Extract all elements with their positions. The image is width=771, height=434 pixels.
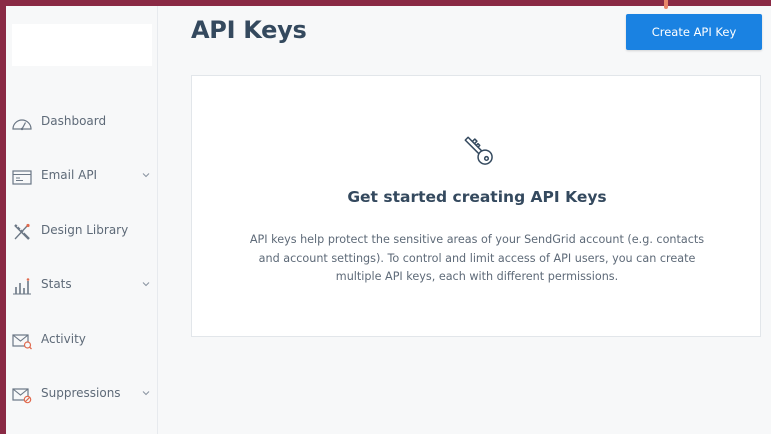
- sidebar-item-label: Suppressions: [41, 386, 121, 400]
- page-title: API Keys: [191, 16, 307, 44]
- annotation-arrow: [664, 0, 668, 9]
- sidebar-item-label: Activity: [41, 332, 86, 346]
- chevron-down-icon[interactable]: [142, 281, 150, 287]
- chevron-down-icon[interactable]: [142, 172, 150, 178]
- sidebar-item-label: Design Library: [41, 223, 129, 237]
- create-api-key-button[interactable]: Create API Key: [626, 14, 762, 50]
- envelope-search-icon: [11, 331, 33, 351]
- logo-placeholder: [12, 24, 152, 66]
- sidebar: Dashboard Email API Design Library Stats: [6, 6, 158, 434]
- envelope-block-icon: [11, 385, 33, 405]
- sidebar-item-dashboard[interactable]: Dashboard: [6, 105, 157, 141]
- chevron-down-icon[interactable]: [142, 390, 150, 396]
- app-window: Dashboard Email API Design Library Stats: [6, 6, 771, 434]
- sidebar-item-suppressions[interactable]: Suppressions: [6, 377, 157, 413]
- sidebar-item-activity[interactable]: Activity: [6, 323, 157, 359]
- sidebar-item-label: Stats: [41, 277, 72, 291]
- sidebar-item-design-library[interactable]: Design Library: [6, 214, 157, 250]
- empty-state-heading: Get started creating API Keys: [347, 188, 607, 206]
- gauge-icon: [11, 113, 33, 133]
- sidebar-item-stats[interactable]: Stats: [6, 268, 157, 304]
- empty-state-description: API keys help protect the sensitive area…: [249, 233, 705, 283]
- sidebar-item-label: Email API: [41, 168, 98, 182]
- key-icon: [457, 129, 499, 171]
- terminal-window-icon: [11, 167, 33, 187]
- sidebar-item-label: Dashboard: [41, 114, 107, 128]
- sidebar-item-email-api[interactable]: Email API: [6, 159, 157, 195]
- empty-state-card: Get started creating API Keys API keys h…: [191, 75, 761, 337]
- bar-chart-icon: [11, 276, 33, 296]
- pencil-ruler-icon: [11, 222, 33, 242]
